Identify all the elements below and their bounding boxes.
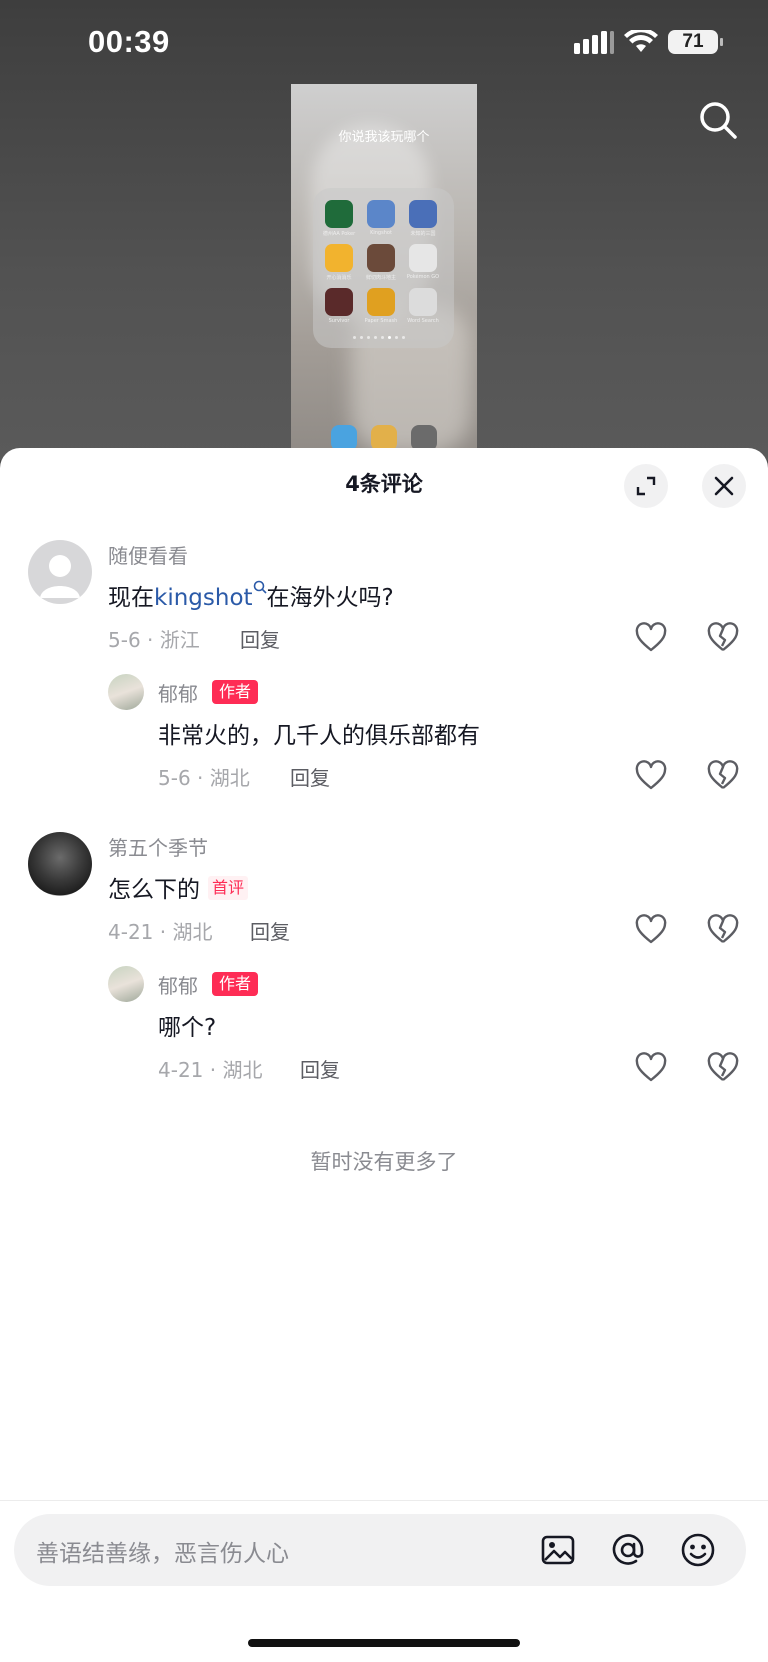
- comment-username[interactable]: 随便看看: [108, 540, 188, 569]
- comment-meta: 5-6 · 浙江: [108, 628, 200, 652]
- dislike-icon[interactable]: [706, 760, 740, 792]
- app-icon: [325, 244, 353, 272]
- app-icon: [367, 288, 395, 316]
- image-icon[interactable]: [538, 1530, 578, 1570]
- signal-icon: [574, 31, 614, 54]
- no-more-text: 暂时没有更多了: [310, 1150, 458, 1174]
- first-comment-badge: 首评: [208, 875, 249, 900]
- battery-indicator: 71: [668, 30, 723, 54]
- reply-text: 哪个?: [158, 1015, 217, 1041]
- app-label: Survivor: [328, 318, 350, 324]
- reply-button[interactable]: 回复: [290, 762, 330, 791]
- reply-text: 非常火的，几千人的俱乐部都有: [158, 723, 480, 749]
- app-icon: [409, 288, 437, 316]
- app-folder: 德州AA Poker Kingshot 未知的三国开心消消乐 鲜切肉斗地主 Pokémo…: [313, 188, 454, 348]
- home-indicator: [248, 1639, 520, 1647]
- like-icon[interactable]: [634, 622, 668, 654]
- reply-button[interactable]: 回复: [250, 916, 290, 945]
- app-icon: [367, 200, 395, 228]
- app-label: Pokémon GO: [406, 274, 440, 280]
- reply-meta: 5-6 · 湖北: [158, 766, 250, 790]
- app-icon: [367, 244, 395, 272]
- app-icon: [409, 244, 437, 272]
- close-button[interactable]: [702, 464, 746, 508]
- author-badge: 作者: [212, 680, 259, 704]
- keyword-search-icon[interactable]: [253, 580, 267, 594]
- comment-meta: 4-21 · 湖北: [108, 920, 213, 944]
- comment-sheet: 4条评论 随便看看 现在kingshot 在海外火吗? 5-6 · 浙江 回复 郁…: [0, 448, 768, 1662]
- input-placeholder: 善语结善缘，恶言伤人心: [36, 1541, 289, 1567]
- avatar[interactable]: [28, 540, 92, 604]
- author-avatar[interactable]: [108, 674, 144, 710]
- dislike-icon[interactable]: [706, 622, 740, 654]
- comment-text: 怎么下的 首评: [108, 870, 249, 904]
- expand-button[interactable]: [624, 464, 668, 508]
- like-icon[interactable]: [634, 914, 668, 946]
- video-background[interactable]: 你说我该玩哪个 德州AA Poker Kingshot 未知的三国开心消消乐 鲜切肉斗…: [0, 0, 768, 460]
- app-label: Paper Smash: [364, 318, 398, 324]
- reply-button[interactable]: 回复: [300, 1054, 340, 1083]
- avatar[interactable]: [28, 832, 92, 896]
- video-thumbnail: 你说我该玩哪个 德州AA Poker Kingshot 未知的三国开心消消乐 鲜切肉斗…: [291, 84, 477, 460]
- app-label: 德州AA Poker: [322, 231, 356, 237]
- like-icon[interactable]: [634, 1052, 668, 1084]
- default-user-icon: [40, 555, 80, 598]
- reply-username[interactable]: 郁郁: [158, 678, 198, 707]
- comment-text: 现在kingshot 在海外火吗?: [108, 578, 394, 612]
- app-icon: [325, 200, 353, 228]
- app-label: 鲜切肉斗地主: [365, 275, 396, 281]
- video-caption: 你说我该玩哪个: [338, 130, 430, 145]
- like-icon[interactable]: [634, 760, 668, 792]
- divider: [0, 1500, 768, 1501]
- app-icon: [325, 288, 353, 316]
- wifi-icon: [624, 30, 658, 52]
- emoji-icon[interactable]: [678, 1530, 718, 1570]
- comment-username[interactable]: 第五个季节: [108, 832, 208, 861]
- reply-meta: 4-21 · 湖北: [158, 1058, 263, 1082]
- keyword-link[interactable]: kingshot: [154, 585, 253, 611]
- reply-username[interactable]: 郁郁: [158, 970, 198, 999]
- status-icons: 71: [574, 30, 723, 54]
- mention-icon[interactable]: [608, 1530, 648, 1570]
- dislike-icon[interactable]: [706, 1052, 740, 1084]
- dislike-icon[interactable]: [706, 914, 740, 946]
- app-label: 未知的三国: [410, 231, 436, 237]
- close-icon: [714, 476, 734, 496]
- author-avatar[interactable]: [108, 966, 144, 1002]
- app-icon: [409, 200, 437, 228]
- status-time: 00:39: [88, 24, 170, 59]
- comment-input[interactable]: 善语结善缘，恶言伤人心: [14, 1514, 746, 1586]
- app-label: Kingshot: [370, 230, 392, 236]
- page-dots: [353, 336, 413, 340]
- reply-button[interactable]: 回复: [240, 624, 280, 653]
- app-label: 开心消消乐: [326, 275, 352, 281]
- app-label: Word Search: [407, 318, 439, 324]
- author-badge: 作者: [212, 972, 259, 996]
- expand-icon: [636, 476, 656, 496]
- search-icon[interactable]: [698, 100, 738, 144]
